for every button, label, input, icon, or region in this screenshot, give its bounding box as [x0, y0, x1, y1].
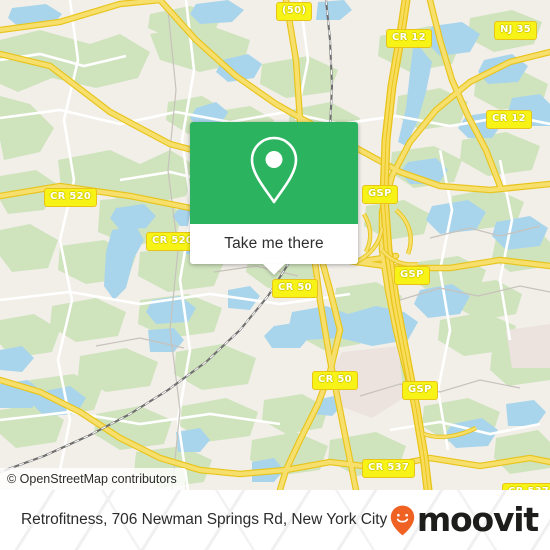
- road-shield: (50): [276, 2, 313, 21]
- popup-action-bar[interactable]: Take me there: [190, 224, 358, 275]
- take-me-there-label: Take me there: [224, 235, 324, 252]
- map-pin-icon: [246, 134, 302, 213]
- road-shield: GSP: [394, 266, 430, 285]
- road-shield: CR 520: [44, 188, 98, 207]
- osm-attribution[interactable]: © OpenStreetMap contributors: [0, 468, 185, 490]
- road-shield: GSP: [402, 381, 438, 400]
- road-shield: CR 12: [386, 29, 432, 48]
- road-shield: CR 12: [486, 110, 532, 129]
- map-screenshot: (50) CR 12 NJ 35 CR 12 CR 520 CR 520 GSP…: [0, 0, 550, 550]
- popup-pointer-tail: [263, 264, 285, 275]
- moovit-wordmark: moovit: [416, 499, 539, 539]
- road-shield: CR 50: [272, 279, 318, 298]
- bottom-info-bar: Retrofitness, 706 Newman Springs Rd, New…: [0, 490, 550, 550]
- road-shield: CR 537: [362, 459, 416, 478]
- map-canvas[interactable]: (50) CR 12 NJ 35 CR 12 CR 520 CR 520 GSP…: [0, 0, 550, 490]
- road-shield: CR 50: [312, 371, 358, 390]
- road-shield: GSP: [362, 185, 398, 204]
- moovit-pin-smiley-icon: [390, 505, 415, 535]
- road-shield: NJ 35: [494, 21, 537, 40]
- location-caption: Retrofitness, 706 Newman Springs Rd, New…: [21, 511, 388, 528]
- popup-header: [190, 122, 358, 224]
- road-shield: CR 537: [502, 483, 550, 490]
- moovit-brand[interactable]: moovit: [390, 490, 539, 550]
- location-popup-card[interactable]: Take me there: [190, 122, 358, 275]
